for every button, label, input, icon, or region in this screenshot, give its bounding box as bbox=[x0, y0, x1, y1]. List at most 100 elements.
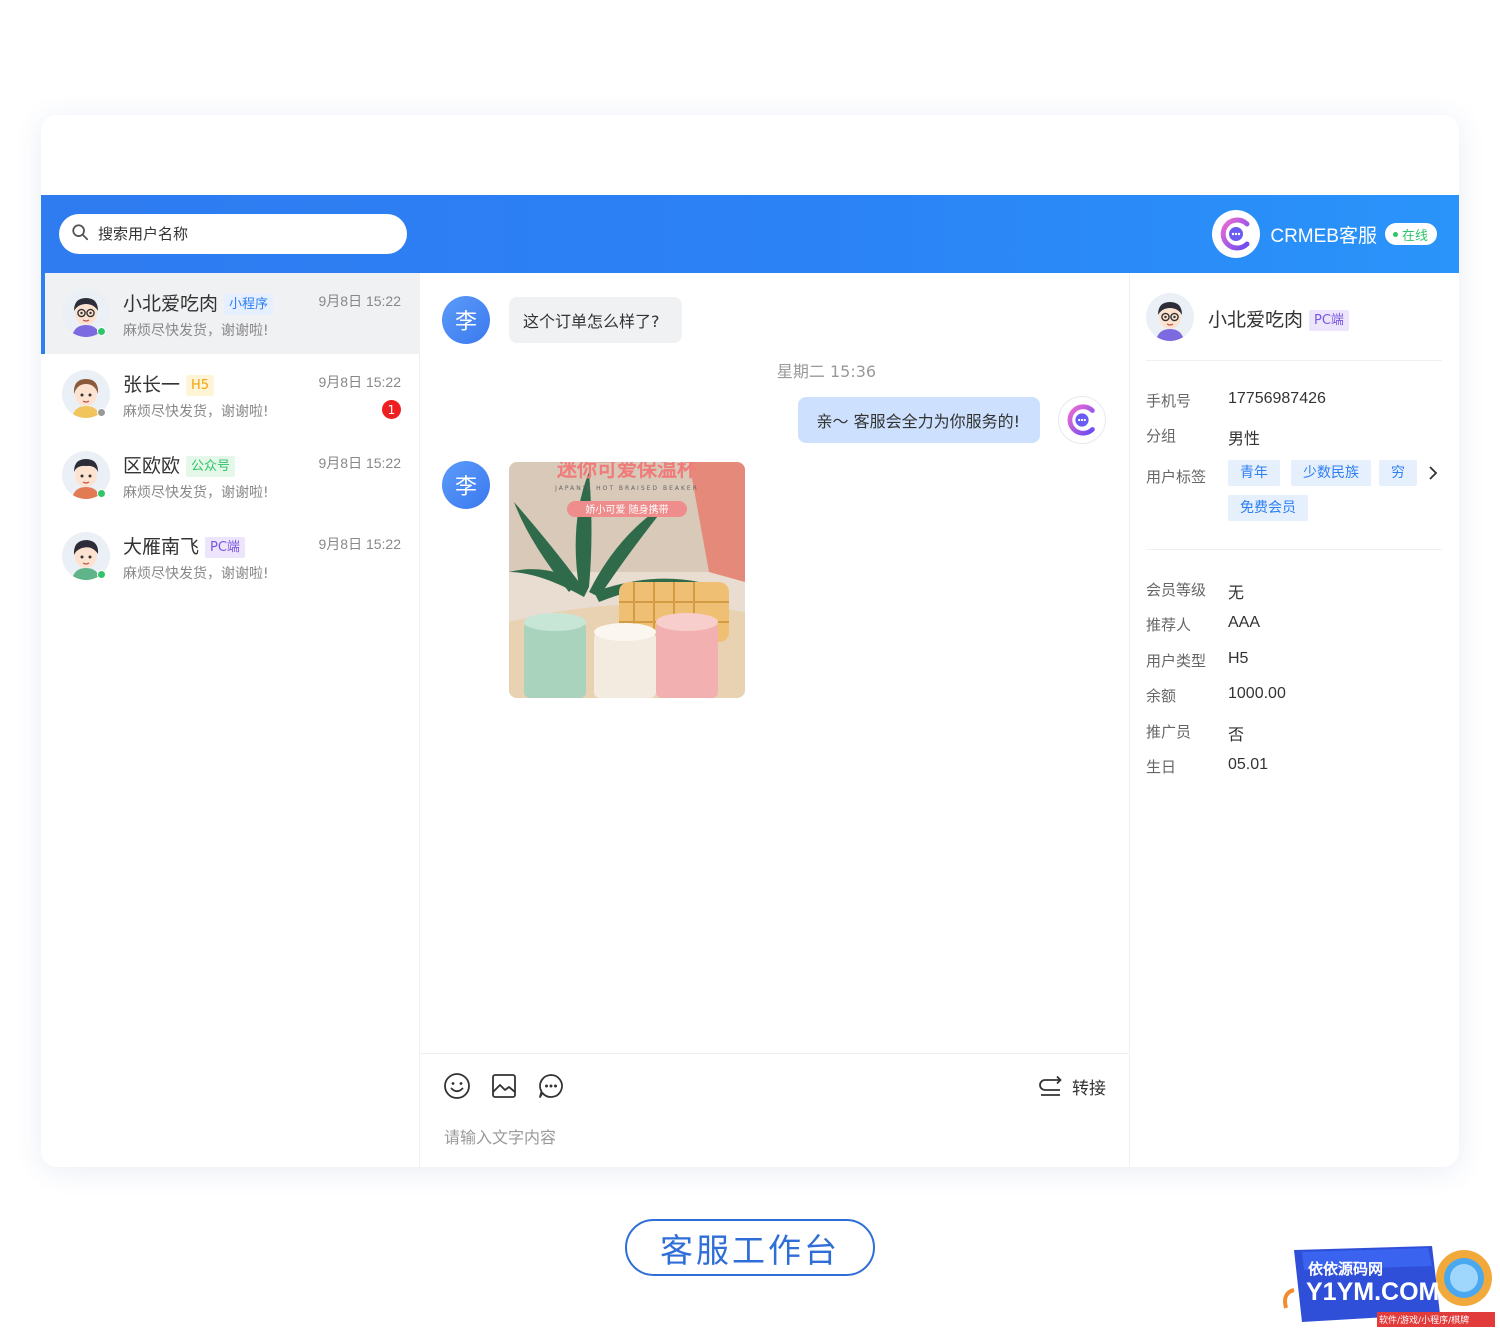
agent-avatar bbox=[1058, 396, 1106, 444]
avatar bbox=[1146, 293, 1194, 341]
conversation-name: 大雁南飞 bbox=[123, 536, 200, 558]
conversation-list: 小北爱吃肉 小程序 麻烦尽快发货，谢谢啦! 9月8日 15:22 张长一 H5 麻烦… bbox=[41, 273, 420, 1167]
conversation-name: 小北爱吃肉 bbox=[123, 293, 219, 315]
field-group: 分组 男性 bbox=[1146, 425, 1260, 449]
divider bbox=[1146, 549, 1442, 550]
field-promoter: 推广员 否 bbox=[1146, 721, 1244, 745]
image-title: 迷你可爱保温杯 bbox=[556, 462, 697, 481]
customer-avatar: 李 bbox=[442, 296, 490, 344]
conversation-name: 张长一 bbox=[123, 374, 181, 396]
conversation-item[interactable]: 区欧欧 公众号 麻烦尽快发货，谢谢啦! 9月8日 15:22 bbox=[41, 435, 419, 516]
conversation-time: 9月8日 15:22 bbox=[318, 293, 402, 309]
image-subtitle: JAPAN'S HOT BRAISED BEAKER bbox=[554, 485, 699, 492]
field-label: 生日 bbox=[1146, 758, 1177, 776]
conversation-time: 9月8日 15:22 bbox=[318, 374, 402, 390]
image-tagline: 娇小可爱 随身携带 bbox=[585, 503, 668, 516]
message-timestamp: 星期二 15:36 bbox=[776, 362, 877, 381]
field-balance: 余额 1000.00 bbox=[1146, 685, 1286, 706]
composer: 转接 bbox=[420, 1053, 1129, 1167]
search-icon bbox=[71, 223, 89, 245]
field-referrer: 推荐人 AAA bbox=[1146, 614, 1260, 635]
field-label: 用户类型 bbox=[1146, 652, 1207, 670]
field-value: 17756987426 bbox=[1228, 390, 1326, 407]
customer-avatar: 李 bbox=[442, 461, 490, 509]
transfer-button[interactable]: 转接 bbox=[1038, 1074, 1106, 1099]
field-label: 手机号 bbox=[1146, 392, 1192, 410]
field-label: 推荐人 bbox=[1146, 616, 1192, 634]
field-birthday: 生日 05.01 bbox=[1146, 756, 1268, 777]
conversation-preview: 麻烦尽快发货，谢谢啦! bbox=[123, 323, 269, 339]
crmeb-logo-icon bbox=[1212, 210, 1261, 258]
field-value: AAA bbox=[1228, 614, 1261, 631]
conversation-preview: 麻烦尽快发货，谢谢啦! bbox=[123, 485, 269, 501]
status-badge[interactable]: 在线 bbox=[1384, 223, 1437, 245]
chevron-right-icon[interactable] bbox=[1426, 463, 1440, 483]
message-bubble-incoming: 这个订单怎么样了? bbox=[509, 297, 682, 343]
image-icon[interactable] bbox=[490, 1072, 518, 1100]
field-member-level: 会员等级 无 bbox=[1146, 579, 1244, 603]
quick-reply-icon[interactable] bbox=[537, 1072, 565, 1100]
message-input[interactable] bbox=[444, 1128, 1104, 1147]
watermark-line3: 软件/游戏/小程序/棋牌 bbox=[1379, 1314, 1469, 1326]
source-tag: PC端 bbox=[205, 537, 245, 558]
user-label: 免费会员 bbox=[1228, 495, 1308, 521]
field-value: 否 bbox=[1228, 725, 1245, 744]
field-label: 会员等级 bbox=[1146, 581, 1207, 599]
page-caption: 客服工作台 bbox=[625, 1219, 875, 1276]
conversation-item[interactable]: 张长一 H5 麻烦尽快发货，谢谢啦! 9月8日 15:22 1 bbox=[41, 354, 419, 435]
field-value: 男性 bbox=[1228, 429, 1261, 448]
agent-name: CRMEB客服 bbox=[1270, 225, 1377, 247]
search-box[interactable] bbox=[59, 214, 407, 254]
field-value: 无 bbox=[1228, 583, 1245, 602]
user-label: 青年 bbox=[1228, 460, 1280, 486]
message-image[interactable]: 迷你可爱保温杯 JAPAN'S HOT BRAISED BEAKER 娇小可爱 … bbox=[509, 462, 745, 698]
status-text: 在线 bbox=[1401, 228, 1428, 244]
field-value: 05.01 bbox=[1228, 756, 1269, 773]
profile-name: 小北爱吃肉 bbox=[1208, 309, 1304, 331]
conversation-preview: 麻烦尽快发货，谢谢啦! bbox=[123, 404, 269, 420]
field-value: H5 bbox=[1228, 650, 1249, 667]
field-value: 1000.00 bbox=[1228, 685, 1286, 702]
field-labels: 用户标签 bbox=[1146, 466, 1228, 487]
watermark-line2: Y1YM.COM bbox=[1306, 1278, 1439, 1306]
conversation-name: 区欧欧 bbox=[123, 455, 181, 477]
profile-header: 小北爱吃肉 PC端 bbox=[1146, 293, 1442, 361]
agent-info: CRMEB客服 在线 bbox=[1212, 210, 1437, 258]
source-tag: H5 bbox=[186, 375, 215, 396]
field-label: 用户标签 bbox=[1146, 468, 1207, 486]
online-dot bbox=[1392, 231, 1398, 237]
field-label: 推广员 bbox=[1146, 723, 1192, 741]
transfer-icon bbox=[1039, 1075, 1062, 1096]
conversation-item[interactable]: 小北爱吃肉 小程序 麻烦尽快发货，谢谢啦! 9月8日 15:22 bbox=[41, 273, 419, 354]
composer-toolbar bbox=[443, 1072, 565, 1100]
search-input[interactable] bbox=[98, 225, 388, 243]
user-label: 少数民族 bbox=[1291, 460, 1371, 486]
conversation-time: 9月8日 15:22 bbox=[318, 536, 402, 552]
chat-panel: 李 这个订单怎么样了? 星期二 15:36 亲～ 客服会全力为你服务的! 李 迷… bbox=[420, 273, 1129, 1167]
offline-status-dot bbox=[97, 408, 106, 417]
field-phone: 手机号 17756987426 bbox=[1146, 390, 1326, 411]
user-label: 穷 bbox=[1379, 460, 1417, 486]
conversation-time: 9月8日 15:22 bbox=[318, 455, 402, 471]
message-bubble-outgoing: 亲～ 客服会全力为你服务的! bbox=[798, 397, 1040, 443]
online-status-dot bbox=[97, 327, 106, 336]
emoji-icon[interactable] bbox=[443, 1072, 471, 1100]
field-user-type: 用户类型 H5 bbox=[1146, 650, 1248, 671]
online-status-dot bbox=[97, 570, 106, 579]
unread-badge: 1 bbox=[382, 400, 401, 419]
watermark-line1: 依依源码网 bbox=[1308, 1260, 1383, 1278]
transfer-label: 转接 bbox=[1072, 1079, 1106, 1099]
watermark-logo: 依依源码网 Y1YM.COM 软件/游戏/小程序/棋牌 bbox=[1282, 1238, 1500, 1329]
user-profile-panel: 小北爱吃肉 PC端 手机号 17756987426 分组 男性 用户标签 青年 少数民… bbox=[1129, 273, 1459, 1167]
customer-service-workbench: CRMEB客服 在线 小北爱吃肉小程序 麻烦尽快发货，谢谢啦! 9月8日 15:… bbox=[41, 115, 1459, 1167]
source-tag: 公众号 bbox=[186, 456, 236, 477]
conversation-item[interactable]: 大雁南飞 PC端 麻烦尽快发货，谢谢啦! 9月8日 15:22 bbox=[41, 516, 419, 597]
online-status-dot bbox=[97, 489, 106, 498]
source-tag: PC端 bbox=[1309, 310, 1349, 331]
field-label: 分组 bbox=[1146, 427, 1177, 445]
conversation-preview: 麻烦尽快发货，谢谢啦! bbox=[123, 566, 269, 582]
field-label: 余额 bbox=[1146, 687, 1177, 705]
source-tag: 小程序 bbox=[224, 294, 274, 315]
top-bar: CRMEB客服 在线 bbox=[41, 195, 1459, 273]
crmeb-logo-icon bbox=[1067, 404, 1095, 436]
